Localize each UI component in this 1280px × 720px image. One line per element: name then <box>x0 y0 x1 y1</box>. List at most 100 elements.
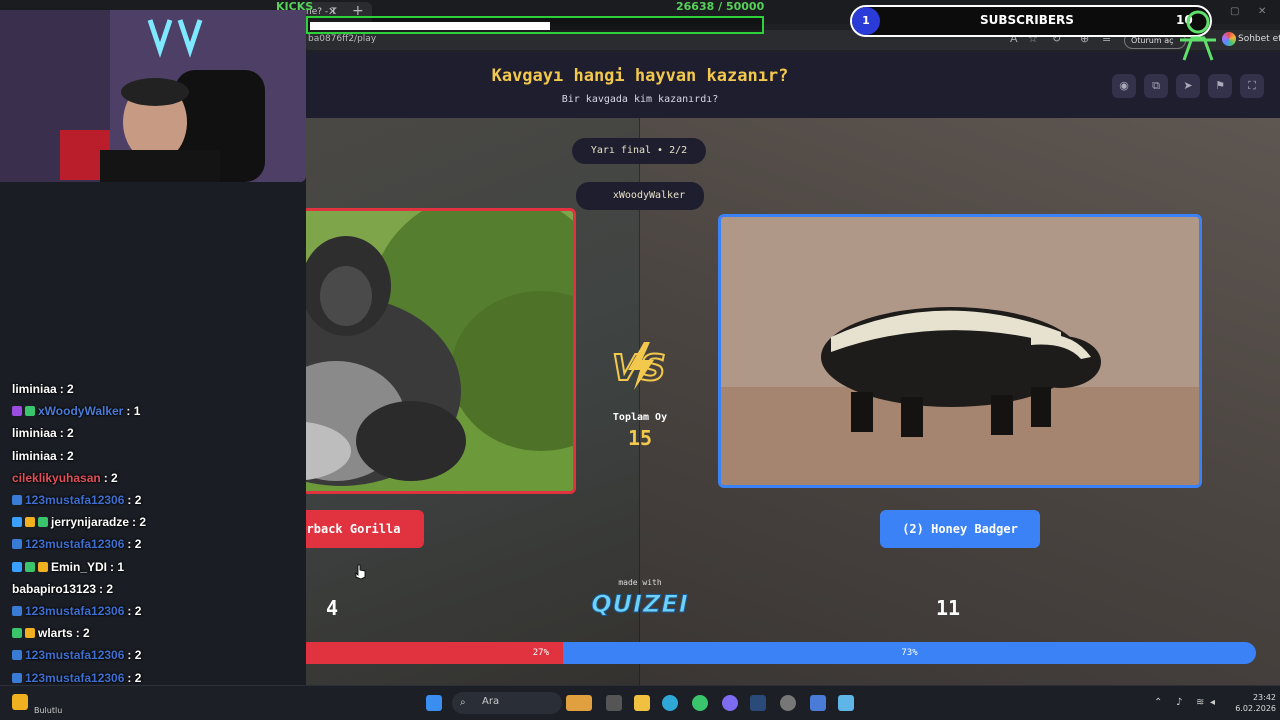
chat-button[interactable]: Sohbet et <box>1238 34 1280 44</box>
chat-badge-icon <box>38 561 48 572</box>
window-close-icon[interactable]: ✕ <box>1258 6 1266 17</box>
app-icon-green[interactable] <box>692 695 708 711</box>
chat-badge-icon <box>25 517 35 528</box>
store-icon[interactable] <box>810 695 826 711</box>
chat-message: 123mustafa12306: 2 <box>12 489 172 511</box>
copilot-icon[interactable] <box>1222 32 1236 46</box>
chat-badge-icon <box>38 517 48 528</box>
weather-icon[interactable] <box>12 694 28 710</box>
chat-badge-icon <box>12 672 22 683</box>
chat-username[interactable]: jerrynijaradze <box>51 515 129 529</box>
wifi-icon[interactable]: ≋ <box>1196 697 1204 708</box>
chat-overlay: liminiaa: 2 xWoodyWalker: 1 liminiaa: 2 lim… <box>12 378 172 711</box>
chat-username[interactable]: liminiaa <box>12 449 57 463</box>
volume-icon[interactable]: ◂ <box>1210 697 1215 708</box>
chat-message: liminiaa: 2 <box>12 445 172 467</box>
chat-message: 123mustafa12306: 2 <box>12 600 172 622</box>
chat-username[interactable]: cileklikyuhasan <box>12 471 101 485</box>
kicks-goal-bar <box>306 16 764 34</box>
steam-icon[interactable] <box>750 695 766 711</box>
chat-badge-icon <box>12 628 22 639</box>
chat-username[interactable]: wlarts <box>38 626 73 640</box>
made-with-label: made with <box>618 578 662 587</box>
tray-chevron-icon[interactable]: ⌃ <box>1154 697 1162 708</box>
chat-username[interactable]: liminiaa <box>12 382 57 396</box>
chat-text: : 2 <box>75 626 90 641</box>
chat-text: : 2 <box>99 581 114 596</box>
chat-username[interactable]: xWoodyWalker <box>38 404 123 418</box>
discord-icon[interactable] <box>722 695 738 711</box>
chat-badge-icon <box>12 495 22 506</box>
chat-username[interactable]: 123mustafa12306 <box>25 493 124 507</box>
weather-label: Bulutlu <box>34 706 63 715</box>
subscriber-goal-label: SUBSCRIBERS <box>980 13 1074 27</box>
flag-icon[interactable]: ⚑ <box>1208 74 1232 98</box>
honey-badger-image <box>721 217 1199 485</box>
chat-text: : 2 <box>127 670 142 685</box>
microphone-icon[interactable]: ♪ <box>1176 697 1182 708</box>
chat-message: liminiaa: 2 <box>12 378 172 400</box>
chat-text: : 2 <box>59 448 74 463</box>
total-votes-label: Toplam Oy <box>612 412 668 423</box>
edge-browser-icon[interactable] <box>662 695 678 711</box>
window-maximize-icon[interactable]: ▢ <box>1230 6 1239 17</box>
task-view-icon[interactable] <box>606 695 622 711</box>
send-icon[interactable]: ➤ <box>1176 74 1200 98</box>
chat-badge-icon <box>12 605 22 616</box>
kicks-current: 26638 <box>676 0 715 13</box>
fullscreen-icon[interactable]: ⛶ <box>1240 74 1264 98</box>
subscriber-count: 1 <box>852 7 880 35</box>
chat-badge-icon <box>12 406 22 417</box>
widget-icon[interactable] <box>566 695 592 711</box>
chat-message: 123mustafa12306: 2 <box>12 644 172 666</box>
quiz-app: Kavgayı hangi hayvan kazanır? Bir kavgad… <box>306 52 1280 685</box>
chat-text: : 2 <box>59 382 74 397</box>
obs-icon[interactable] <box>780 695 796 711</box>
gorilla-image <box>306 211 573 491</box>
vs-emblem-icon: VS <box>611 342 667 390</box>
vote-result-bar: 27% 73% <box>306 642 1256 664</box>
clock-date: 6.02.2026 <box>1235 704 1276 713</box>
chat-username[interactable]: 123mustafa12306 <box>25 648 124 662</box>
mascot-icon <box>1180 10 1216 61</box>
quiz-subtitle: Bir kavgada kim kazanırdı? <box>561 94 719 105</box>
kicks-goal-label: KICKS <box>276 0 314 13</box>
chat-text: : 2 <box>59 426 74 441</box>
chat-text: : 2 <box>132 515 147 530</box>
file-explorer-icon[interactable] <box>634 695 650 711</box>
chat-username[interactable]: babapiro13123 <box>12 582 96 596</box>
chat-username[interactable]: Emin_YDI <box>51 560 107 574</box>
total-votes-value: 15 <box>627 426 653 450</box>
quiz-header: Kavgayı hangi hayvan kazanır? Bir kavgad… <box>306 52 1280 118</box>
option-button-left[interactable]: (1) Silverback Gorilla <box>306 510 424 548</box>
chat-text: : 1 <box>126 404 141 419</box>
chat-badge-icon <box>25 406 35 417</box>
chat-text: : 2 <box>127 537 142 552</box>
chat-username[interactable]: 123mustafa12306 <box>25 604 124 618</box>
eye-icon[interactable]: ◉ <box>1112 74 1136 98</box>
notepad-icon[interactable] <box>838 695 854 711</box>
brand-logo[interactable]: QUIZEI <box>586 590 694 619</box>
chat-message: wlarts: 2 <box>12 622 172 644</box>
option-button-right[interactable]: (2) Honey Badger <box>880 510 1040 548</box>
taskbar-search[interactable]: Ara <box>452 692 562 714</box>
chat-message: 123mustafa12306: 2 <box>12 533 172 555</box>
round-badge: Yarı final • 2/2 <box>572 138 706 164</box>
chat-username[interactable]: 123mustafa12306 <box>25 537 124 551</box>
chat-text: : 2 <box>103 470 118 485</box>
streamer-image <box>0 10 306 182</box>
option-card-left[interactable] <box>306 208 576 494</box>
webcam-feed <box>0 10 306 182</box>
chat-username[interactable]: liminiaa <box>12 426 57 440</box>
kicks-goal-fill <box>310 22 550 30</box>
taskbar-clock[interactable]: 23:42 6.02.2026 <box>1226 692 1276 714</box>
chat-text: : 1 <box>110 559 125 574</box>
screen: ne? - T ✕ + ba0876ff2/play A ☆ ↻ ⊕ ≡ Otu… <box>0 0 1280 720</box>
chat-message: xWoodyWalker: 1 <box>12 400 172 422</box>
quiz-title: Kavgayı hangi hayvan kazanır? <box>491 66 789 86</box>
share-icon[interactable]: ⧉ <box>1144 74 1168 98</box>
vote-count-right: 11 <box>935 596 961 620</box>
chat-username[interactable]: 123mustafa12306 <box>25 671 124 685</box>
option-card-right[interactable] <box>718 214 1202 488</box>
start-button-icon[interactable] <box>426 695 442 711</box>
